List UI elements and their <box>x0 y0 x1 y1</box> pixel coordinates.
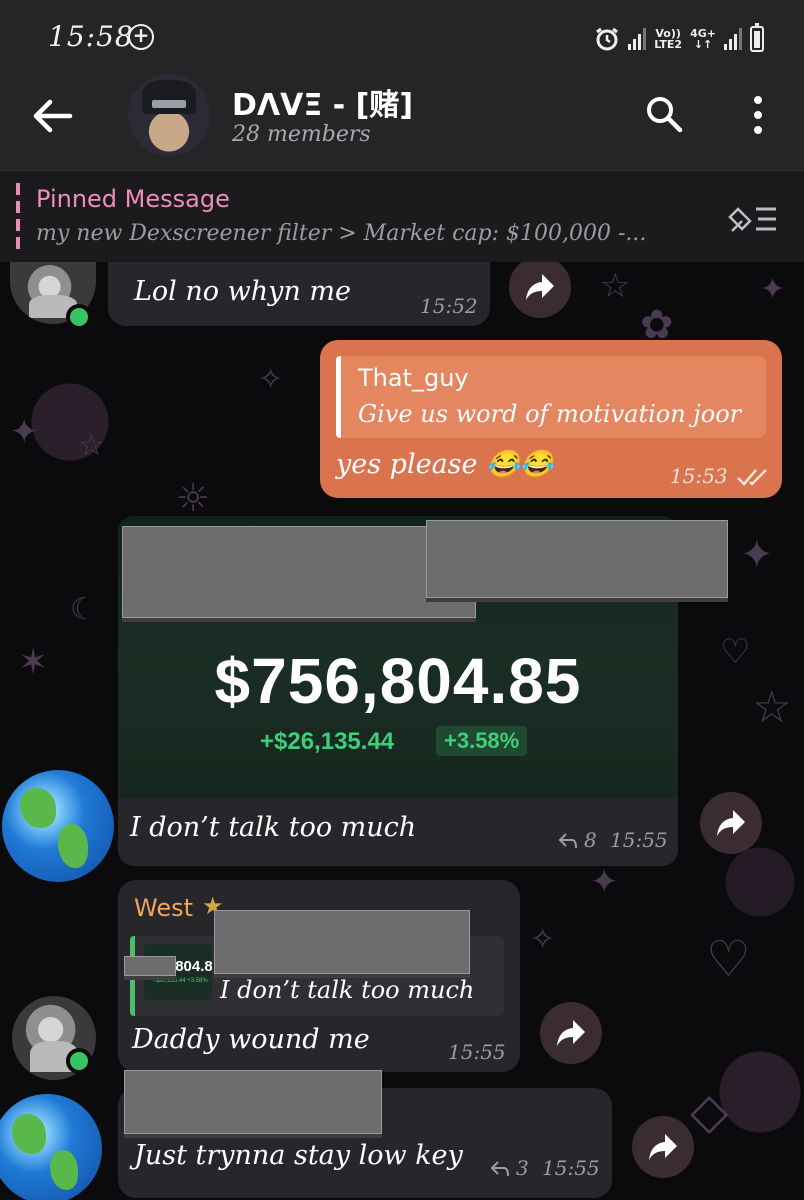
data-indicator: 4G+ ↓↑ <box>690 27 716 51</box>
doodle-star-icon: ☆ <box>600 266 631 306</box>
doodle-sun-icon: ☼ <box>176 476 211 520</box>
chat-area[interactable]: ☆ ✿ ✦ ✦ ☆ ☼ ✧ ✶ ☾ ✦ ♡ ☆ ✦ ♡ ✧ ◇ ✶ Lol no… <box>0 262 804 1200</box>
doodle-heart-icon: ♡ <box>706 930 751 988</box>
add-status-icon: + <box>128 24 154 50</box>
signal-icon-1 <box>628 28 647 50</box>
message-bubble-4[interactable]: West ★ 756,804.8 +$26,135.44 +3.58% I do… <box>118 880 520 1072</box>
back-button[interactable] <box>30 96 76 136</box>
more-vertical-icon <box>754 96 762 134</box>
reply-count-icon <box>490 1161 509 1177</box>
chat-header: DΛVΞ - [赌] 28 members <box>0 66 804 170</box>
online-indicator <box>66 304 92 330</box>
doodle-star-icon: ✧ <box>530 922 556 957</box>
message-text: Lol no whyn me <box>134 276 351 307</box>
forward-button[interactable] <box>632 1116 694 1178</box>
redaction-block <box>214 910 470 974</box>
redaction-block <box>124 1070 382 1134</box>
back-arrow-icon <box>33 99 73 133</box>
balance-percent: +3.58% <box>436 726 528 756</box>
status-icons: Vo)) LTE2 4G+ ↓↑ <box>594 23 764 54</box>
quote-indicator <box>130 936 135 1016</box>
message-bubble-1[interactable]: Lol no whyn me 15:52 <box>108 262 490 326</box>
share-arrow-icon <box>557 1020 585 1046</box>
message-bubble-2[interactable]: That_guy Give us word of motivation joor… <box>320 340 782 498</box>
forward-button[interactable] <box>700 792 762 854</box>
reply-preview[interactable]: That_guy Give us word of motivation joor <box>336 356 766 438</box>
member-count: 28 members <box>232 122 371 147</box>
doodle-star-icon: ✦ <box>740 532 774 578</box>
reply-count[interactable]: 8 <box>584 828 597 852</box>
share-arrow-icon <box>526 274 554 300</box>
battery-icon <box>750 23 764 52</box>
avatar-user-2[interactable] <box>2 770 114 882</box>
quote-text: I don’t talk too much <box>220 976 475 1004</box>
message-time: 15:53 <box>670 464 728 488</box>
doodle-diamond-icon: ◇ <box>690 1082 729 1140</box>
pinned-text: my new Dexscreener filter > Market cap: … <box>36 221 647 246</box>
reply-indicator <box>336 356 341 438</box>
doodle-star-icon: ☆ <box>78 428 105 463</box>
status-bar: 15:58 + Vo)) LTE2 4G+ ↓↑ <box>0 0 804 66</box>
doodle-star-icon: ✦ <box>760 272 786 307</box>
thumb-change: +$26,135.44 +3.58% <box>152 978 208 984</box>
doodle-star-icon: ✧ <box>258 362 284 397</box>
redaction-block <box>426 520 728 598</box>
message-text: Daddy wound me <box>132 1024 370 1055</box>
doodle-star-icon: ✦ <box>10 412 39 452</box>
share-arrow-icon <box>717 810 745 836</box>
more-options-button[interactable] <box>744 94 772 136</box>
redaction-block <box>124 956 176 976</box>
redaction-block <box>122 526 476 618</box>
alarm-icon <box>596 27 619 51</box>
avatar-user-2[interactable] <box>0 1094 102 1200</box>
pinned-list-button[interactable] <box>728 201 780 237</box>
doodle-star-icon: ✦ <box>590 862 619 902</box>
message-time: 15:55 <box>542 1156 600 1180</box>
pinned-indicator <box>16 183 20 249</box>
forward-button[interactable] <box>540 1002 602 1064</box>
doodle-moon-icon: ☾ <box>70 592 97 627</box>
doodle-star-icon: ✶ <box>18 642 49 683</box>
doodle-heart-icon: ♡ <box>720 632 751 672</box>
forward-button[interactable] <box>509 262 571 318</box>
message-text: Just trynna stay low key <box>134 1140 463 1171</box>
message-time: 15:55 <box>448 1040 506 1064</box>
message-text: yes please 😂😂 <box>336 449 554 480</box>
balance-value: $756,804.85 <box>214 645 582 717</box>
doodle-star-icon: ☆ <box>752 682 792 733</box>
group-avatar[interactable] <box>128 74 210 156</box>
sender-name[interactable]: West <box>134 894 193 922</box>
chat-title[interactable]: DΛVΞ - [赌] <box>232 80 413 124</box>
message-time: 15:52 <box>420 294 478 318</box>
volte-indicator: Vo)) LTE2 <box>654 27 683 51</box>
pinned-message-bar[interactable]: Pinned Message my new Dexscreener filter… <box>0 170 804 262</box>
pin-list-icon <box>728 207 776 232</box>
share-arrow-icon <box>649 1134 677 1160</box>
search-button[interactable] <box>644 94 684 134</box>
message-time: 15:55 <box>610 828 668 852</box>
search-icon <box>647 97 683 133</box>
online-indicator <box>66 1048 92 1074</box>
message-bubble-3[interactable]: I don’t talk too much 8 15:55 <box>118 798 678 866</box>
message-text: I don’t talk too much <box>130 812 417 843</box>
reply-count[interactable]: 3 <box>516 1156 529 1180</box>
reply-sender: That_guy <box>358 364 469 392</box>
reply-text: Give us word of motivation joor <box>358 400 742 428</box>
signal-icon-2 <box>724 28 742 50</box>
clock: 15:58 <box>48 20 134 53</box>
double-check-icon <box>737 469 767 486</box>
pinned-title: Pinned Message <box>36 185 230 213</box>
balance-change: +$26,135.44 <box>260 728 395 755</box>
reply-count-icon <box>558 833 577 849</box>
